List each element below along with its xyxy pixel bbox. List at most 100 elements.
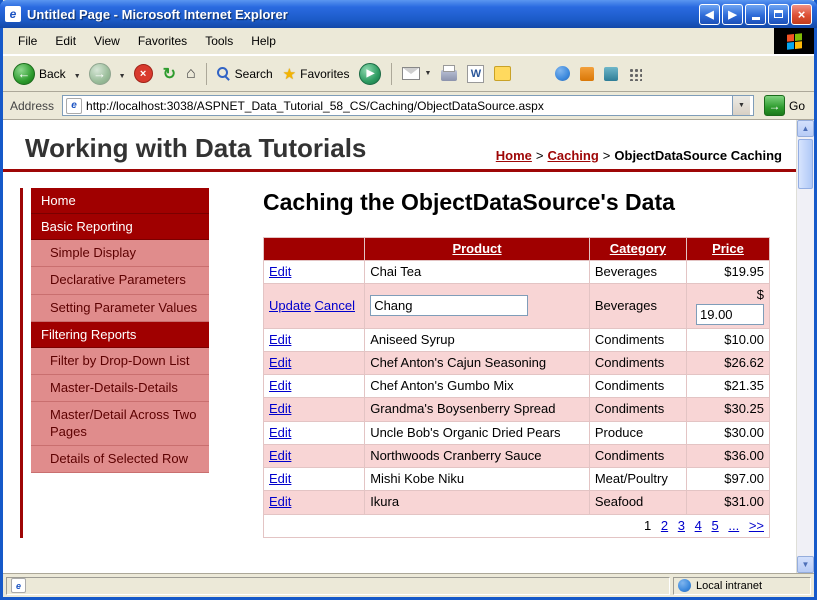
- research-icon: [580, 67, 594, 81]
- edit-link[interactable]: Edit: [269, 471, 291, 486]
- favorites-label: Favorites: [300, 67, 349, 81]
- breadcrumb: Home>Caching>ObjectDataSource Caching: [496, 134, 782, 163]
- sidebar-item-master-detail-two-pages[interactable]: Master/Detail Across Two Pages: [31, 402, 209, 446]
- edit-link[interactable]: Edit: [269, 378, 291, 393]
- sidebar-item-filter-by-dropdown-list[interactable]: Filter by Drop-Down List: [31, 348, 209, 375]
- minimize-button[interactable]: [745, 4, 766, 25]
- currency-symbol: $: [757, 287, 764, 302]
- sort-product-link[interactable]: Product: [452, 241, 501, 256]
- forward-history-dropdown[interactable]: ▼: [117, 65, 128, 83]
- scroll-down-button[interactable]: ▼: [797, 556, 814, 573]
- sidebar-section-basic-reporting[interactable]: Basic Reporting: [31, 214, 209, 240]
- go-button[interactable]: → Go: [759, 95, 810, 116]
- edit-link[interactable]: Edit: [269, 332, 291, 347]
- close-button[interactable]: ×: [791, 4, 812, 25]
- toolbar-separator: [206, 63, 207, 85]
- edit-link[interactable]: Edit: [269, 494, 291, 509]
- windows-logo: [774, 28, 814, 54]
- sort-price-link[interactable]: Price: [712, 241, 744, 256]
- research-button[interactable]: [576, 64, 598, 83]
- sidebar-section-filtering-reports[interactable]: Filtering Reports: [31, 322, 209, 348]
- category-cell: Meat/Poultry: [589, 468, 686, 491]
- scrollbar-track[interactable]: [797, 137, 814, 556]
- status-message-panel: e: [6, 577, 670, 595]
- menu-edit[interactable]: Edit: [46, 30, 85, 52]
- page-icon: e: [66, 98, 82, 114]
- breadcrumb-home-link[interactable]: Home: [496, 148, 532, 163]
- pager-ellipsis-link[interactable]: ...: [728, 518, 739, 533]
- mail-button[interactable]: ▼: [398, 65, 435, 82]
- edit-link[interactable]: Edit: [269, 425, 291, 440]
- back-history-dropdown[interactable]: ▼: [72, 65, 83, 83]
- sidebar-item-simple-display[interactable]: Simple Display: [31, 240, 209, 267]
- pager-page-4-link[interactable]: 4: [695, 518, 702, 533]
- search-button[interactable]: Search: [213, 65, 277, 83]
- down-arrow-icon: ▼: [802, 560, 810, 569]
- menu-help[interactable]: Help: [242, 30, 285, 52]
- security-zone-label: Local intranet: [696, 580, 762, 592]
- pager-next-link[interactable]: >>: [749, 518, 764, 533]
- edit-link[interactable]: Edit: [269, 264, 291, 279]
- price-cell: $97.00: [686, 468, 769, 491]
- update-link[interactable]: Update: [269, 298, 311, 313]
- menu-favorites[interactable]: Favorites: [129, 30, 196, 52]
- refresh-button[interactable]: ↻: [159, 62, 180, 86]
- ie-page-icon: e: [5, 6, 21, 22]
- sidebar-item-master-details-details[interactable]: Master-Details-Details: [31, 375, 209, 402]
- address-dropdown[interactable]: ▼: [732, 96, 750, 115]
- pager-page-2-link[interactable]: 2: [661, 518, 668, 533]
- sort-category-link[interactable]: Category: [610, 241, 666, 256]
- breadcrumb-caching-link[interactable]: Caching: [548, 148, 599, 163]
- products-gridview: Product Category Price Edit Chai Tea Bev…: [263, 237, 770, 538]
- category-cell: Beverages: [589, 261, 686, 284]
- back-button[interactable]: ← Back: [9, 61, 70, 87]
- table-row-editing: Update Cancel Beverages $: [264, 284, 770, 328]
- menu-view[interactable]: View: [85, 30, 129, 52]
- pager-page-5-link[interactable]: 5: [711, 518, 718, 533]
- table-row: Edit Northwoods Cranberry Sauce Condimen…: [264, 444, 770, 467]
- scroll-up-button[interactable]: ▲: [797, 120, 814, 137]
- product-name-input[interactable]: [370, 295, 528, 316]
- sidebar-item-home[interactable]: Home: [31, 188, 209, 214]
- pager-page-3-link[interactable]: 3: [678, 518, 685, 533]
- titlebar-extra-right-button[interactable]: ▶: [722, 4, 743, 25]
- intranet-globe-icon: [678, 579, 691, 592]
- forward-button[interactable]: →: [85, 61, 115, 87]
- edit-link[interactable]: Edit: [269, 448, 291, 463]
- edit-with-word-button[interactable]: W: [463, 63, 488, 85]
- breadcrumb-separator: >: [603, 148, 611, 163]
- edit-link[interactable]: Edit: [269, 355, 291, 370]
- edit-link[interactable]: Edit: [269, 401, 291, 416]
- discuss-button[interactable]: [490, 64, 515, 83]
- table-row: Edit Grandma's Boysenberry Spread Condim…: [264, 398, 770, 421]
- stop-button[interactable]: ×: [130, 62, 157, 85]
- media-button[interactable]: ▶: [355, 61, 385, 87]
- price-cell: $31.00: [686, 491, 769, 514]
- grid-button[interactable]: [624, 64, 646, 83]
- table-row: Edit Aniseed Syrup Condiments $10.00: [264, 328, 770, 351]
- sidebar-item-declarative-parameters[interactable]: Declarative Parameters: [31, 267, 209, 294]
- price-cell: $10.00: [686, 328, 769, 351]
- tools-button[interactable]: [600, 64, 622, 83]
- product-cell: Aniseed Syrup: [365, 328, 590, 351]
- table-row: Edit Mishi Kobe Niku Meat/Poultry $97.00: [264, 468, 770, 491]
- maximize-button[interactable]: [768, 4, 789, 25]
- forward-icon: →: [89, 63, 111, 85]
- menu-tools[interactable]: Tools: [196, 30, 242, 52]
- price-input[interactable]: [696, 304, 764, 325]
- vertical-scrollbar[interactable]: ▲ ▼: [796, 120, 814, 573]
- menu-bar: File Edit View Favorites Tools Help: [3, 28, 814, 55]
- titlebar-extra-left-button[interactable]: ◀: [699, 4, 720, 25]
- right-arrow-icon: ▶: [728, 8, 736, 21]
- favorites-button[interactable]: ★ Favorites: [279, 63, 354, 85]
- sidebar-item-setting-parameter-values[interactable]: Setting Parameter Values: [31, 295, 209, 322]
- sidebar-item-details-of-selected-row[interactable]: Details of Selected Row: [31, 446, 209, 473]
- scrollbar-thumb[interactable]: [798, 139, 813, 189]
- print-button[interactable]: [437, 65, 461, 83]
- menu-file[interactable]: File: [9, 30, 46, 52]
- cancel-link[interactable]: Cancel: [315, 298, 355, 313]
- product-cell: Grandma's Boysenberry Spread: [365, 398, 590, 421]
- address-input[interactable]: e http://localhost:3038/ASPNET_Data_Tuto…: [62, 95, 754, 116]
- messenger-button[interactable]: [551, 64, 574, 83]
- home-button[interactable]: ⌂: [182, 63, 200, 85]
